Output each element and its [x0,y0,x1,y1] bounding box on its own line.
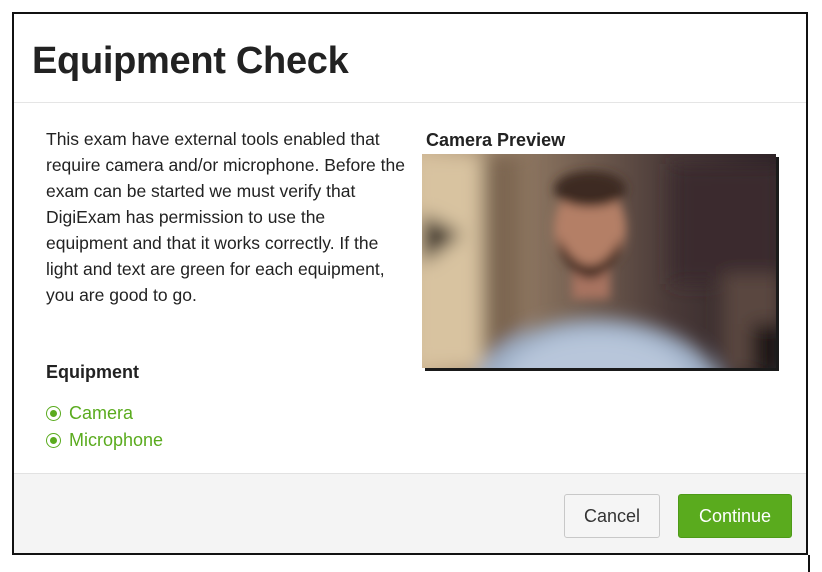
equipment-item-camera: Camera [46,400,163,427]
equipment-label-microphone: Microphone [69,430,164,450]
dialog-title: Equipment Check [32,40,349,82]
status-dot-icon [46,406,61,421]
window-edge [808,555,810,572]
equipment-label-camera: Camera [69,403,134,423]
cancel-button[interactable]: Cancel [564,494,660,538]
intro-text: This exam have external tools enabled th… [46,129,405,305]
status-dot-icon [46,433,61,448]
equipment-item-microphone: Microphone [46,427,163,454]
dialog-header: Equipment Check [14,14,806,103]
equipment-check-dialog: Equipment Check This exam have external … [12,12,808,555]
camera-preview [422,154,776,368]
continue-button[interactable]: Continue [678,494,792,538]
dialog-footer: Cancel Continue [14,473,806,553]
camera-preview-image [422,154,776,368]
equipment-list: Camera Microphone [46,400,163,454]
camera-preview-heading: Camera Preview [426,130,566,150]
equipment-heading: Equipment [46,362,139,382]
